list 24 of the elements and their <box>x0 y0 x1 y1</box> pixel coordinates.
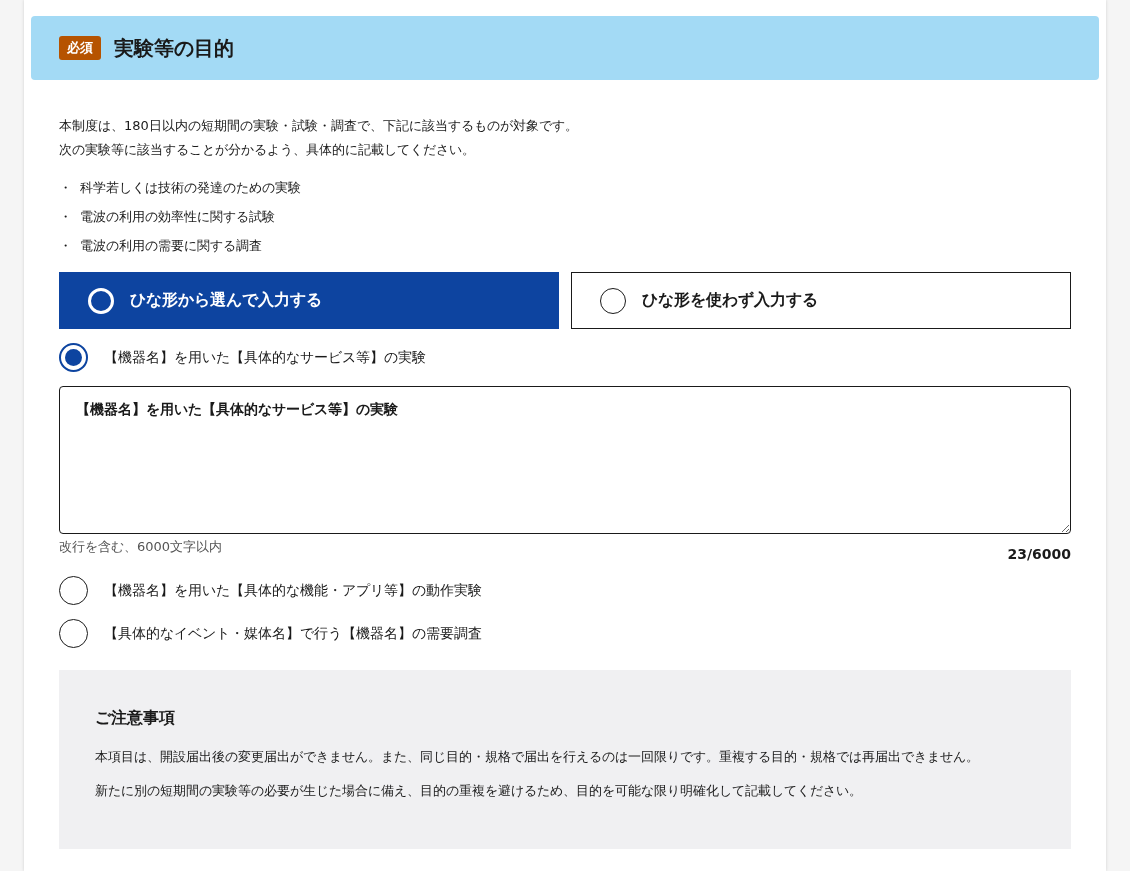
notice-title: ご注意事項 <box>95 708 176 729</box>
option-label: 【機器名】を用いた【具体的な機能・アプリ等】の動作実験 <box>104 581 482 600</box>
character-count: 23/6000 <box>1007 546 1071 562</box>
purpose-textarea[interactable]: 【機器名】を用いた【具体的なサービス等】の実験 <box>59 386 1071 534</box>
bullet-text: 電波の利用の需要に関する調査 <box>80 237 262 255</box>
radio-button[interactable] <box>59 343 88 372</box>
option-label: 【具体的なイベント・媒体名】で行う【機器名】の需要調査 <box>104 624 482 643</box>
bullet-mark: ・ <box>59 208 72 226</box>
intro-text: 次の実験等に該当することが分かるよう、具体的に記載してください。 <box>59 141 476 159</box>
section-title: 実験等の目的 <box>114 34 234 62</box>
bullet-mark: ・ <box>59 237 72 255</box>
mode-tab[interactable]: ひな形から選んで入力する <box>59 272 559 329</box>
notice-text: 本項目は、開設届出後の変更届出ができません。また、同じ目的・規格で届出を行えるのは一回限りです。重複する目的・規格では再届出できません。 <box>95 748 980 766</box>
radio-button[interactable] <box>59 576 88 605</box>
option-label: 【機器名】を用いた【具体的なサービス等】の実験 <box>104 348 426 367</box>
required-badge: 必須 <box>59 36 101 60</box>
notice-text: 新たに別の短期間の実験等の必要が生じた場合に備え、目的の重複を避けるため、目的を可能な限り明確化して記載してください。 <box>95 781 863 800</box>
bullet-text: 電波の利用の効率性に関する試験 <box>80 208 275 226</box>
mode-tab[interactable]: ひな形を使わず入力する <box>571 272 1071 329</box>
intro-text: 本制度は、180日以内の短期間の実験・試験・調査で、下記に該当するものが対象です。 <box>59 117 579 135</box>
bullet-mark: ・ <box>59 179 72 197</box>
hint-text: 改行を含む、6000文字以内 <box>59 538 223 556</box>
radio-button[interactable] <box>59 619 88 648</box>
bullet-text: 科学若しくは技術の発達のための実験 <box>80 179 301 197</box>
